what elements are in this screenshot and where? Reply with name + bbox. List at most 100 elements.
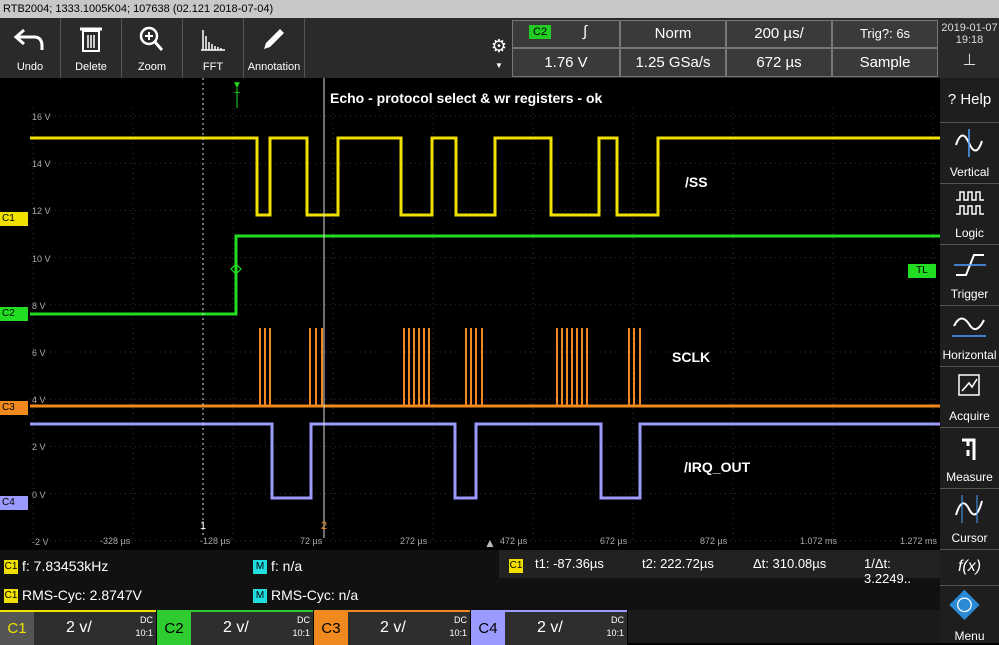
trigger-mode-field[interactable]: Norm [620, 20, 726, 48]
c4-coupling: DC [611, 615, 624, 625]
vertical-button[interactable]: Vertical [940, 122, 999, 183]
c3-offset-marker[interactable]: C3 [0, 401, 28, 415]
c4-probe: 10:1 [606, 628, 624, 638]
x-tick-label: -328 µs [100, 536, 131, 546]
trigger-position-marker[interactable]: ▼ T [230, 80, 244, 102]
c1-offset-marker[interactable]: C1 [0, 212, 28, 226]
help-button[interactable]: ? Help [940, 78, 999, 122]
date-text: 2019-01-07 [941, 22, 998, 34]
c1-tab: C1 [0, 612, 34, 645]
pencil-icon [264, 29, 284, 49]
dropdown-arrow-icon: ▼ [495, 61, 503, 70]
zoom-icon [139, 26, 164, 51]
cursor-readout[interactable]: C1 t1: -87.36µs t2: 222.72µs Δt: 310.08µ… [499, 550, 940, 586]
horizontal-position-field[interactable]: 672 µs [726, 48, 832, 77]
c4-scale: 2 v/ [537, 619, 563, 636]
sample-rate-field[interactable]: 1.25 GSa/s [620, 48, 726, 77]
y-tick-label: 14 V [32, 159, 51, 170]
screen-annotation[interactable]: Echo - protocol select & wr registers - … [330, 90, 602, 106]
x-tick-label: 1.072 ms [800, 536, 838, 546]
channel-c2-box[interactable]: C2 2 v/ DC 10:1 [157, 610, 313, 645]
acquisition-mode-field[interactable]: Sample [832, 48, 938, 77]
function-button[interactable]: f(x) [940, 549, 999, 586]
y-tick-label: 4 V [32, 395, 46, 406]
timebase-field[interactable]: 200 µs/ [726, 20, 832, 48]
y-tick-label: 2 V [32, 442, 46, 453]
m-chip: M [253, 560, 267, 575]
undo-button[interactable]: Undo [0, 18, 61, 78]
zoom-button[interactable]: Zoom [122, 18, 183, 78]
cursor-t2: t2: 222.72µs [642, 556, 714, 571]
cursor-icon [955, 495, 983, 523]
undo-icon [13, 28, 44, 50]
measure-icon [962, 438, 976, 460]
logic-button[interactable]: Logic [940, 183, 999, 244]
cursor-inverse-delta-t: 1/Δt: 3.2249.. [864, 556, 911, 586]
c4-tab: C4 [471, 612, 505, 645]
delete-button[interactable]: Delete [61, 18, 122, 78]
trigger-arrow-icon: ▼ [232, 80, 242, 91]
traces [30, 78, 940, 538]
settings-button[interactable]: ⚙ ▼ [487, 36, 511, 76]
trigger-status-field: Trig?: 6s [832, 20, 938, 48]
horizontal-icon [952, 317, 986, 337]
waveform-canvas [30, 78, 940, 542]
x-tick-label: 672 µs [600, 536, 628, 546]
cursor-source-chip: C1 [509, 559, 523, 574]
horizontal-position-marker-icon[interactable]: ▲ [484, 536, 496, 550]
x-tick-label: -128 µs [200, 536, 231, 546]
horizontal-button[interactable]: Horizontal [940, 305, 999, 366]
delete-label: Delete [75, 61, 107, 73]
measurement-m-freq[interactable]: Mf: n/a [253, 558, 303, 575]
measurement-m-rms[interactable]: M RMS-Cyc: n/a [253, 587, 358, 604]
cursor2-handle[interactable]: 2 [318, 520, 330, 532]
c1-coupling: DC [140, 615, 153, 625]
c2-offset-marker[interactable]: C2 [0, 307, 28, 321]
c4-offset-marker[interactable]: C4 [0, 496, 28, 510]
trigger-label: Trigger [950, 287, 989, 301]
c2-tab: C2 [157, 612, 191, 645]
annotation-button[interactable]: Annotation [244, 18, 305, 78]
c1-scale: 2 v/ [66, 619, 92, 636]
sclk-label: SCLK [672, 349, 711, 365]
y-tick-label: 6 V [32, 348, 46, 358]
measurement-c1-rms[interactable]: C1 RMS-Cyc: 2.8747V [4, 587, 142, 604]
acquire-button[interactable]: Acquire [940, 366, 999, 427]
waveform-display[interactable]: 16 V 14 V 12 V 10 V 8 V 6 V 4 V 2 V 0 V -2 V -328… [0, 78, 940, 550]
c1-chip: C1 [4, 589, 18, 604]
cursor-button[interactable]: Cursor [940, 488, 999, 549]
vertical-label: Vertical [949, 165, 990, 179]
trigger-level-marker[interactable]: TL [908, 264, 936, 278]
x-tick-label: 872 µs [700, 536, 728, 546]
help-icon: ? [947, 91, 957, 108]
logic-label: Logic [955, 226, 984, 240]
channel-c1-box[interactable]: C1 2 v/ DC 10:1 [0, 610, 156, 645]
c1-probe: 10:1 [135, 628, 153, 638]
c1-chip: C1 [4, 560, 18, 575]
ss-label: /SS [685, 174, 708, 190]
c1-rms-value: RMS-Cyc: 2.8747V [22, 587, 142, 603]
channel-c3-box[interactable]: C3 2 v/ DC 10:1 [314, 610, 470, 645]
channel-c4-box[interactable]: C4 2 v/ DC 10:1 [471, 610, 627, 645]
menu-label: Menu [954, 629, 985, 643]
c3-coupling-probe: DC 10:1 [449, 614, 467, 640]
instrument-info: RTB2004; 1333.1005K04; 107638 (02.121 20… [3, 3, 274, 15]
measure-button[interactable]: Measure [940, 427, 999, 488]
trigger-button[interactable]: Trigger [940, 244, 999, 305]
c2-scale: 2 v/ [223, 619, 249, 636]
measurement-c1-freq[interactable]: C1 f: 7.83453kHz [4, 558, 108, 575]
m-freq-value: f: n/a [271, 558, 303, 574]
right-menu-panel: ? Help Vertical Logic Trigger Horizontal… [940, 78, 999, 643]
help-label: Help [960, 91, 992, 108]
fft-button[interactable]: FFT [183, 18, 244, 78]
measurement-bar: C1 f: 7.83453kHz C1 RMS-Cyc: 2.8747V Mf: n… [0, 550, 940, 610]
trigger-level-field[interactable]: 1.76 V [512, 48, 620, 77]
menu-button[interactable]: Menu [940, 585, 999, 644]
fft-label: FFT [202, 61, 224, 73]
trigger-source-slope-field[interactable]: C2 ∫ [512, 20, 620, 48]
x-tick-label: 272 µs [400, 536, 428, 546]
cursor1-handle[interactable]: 1 [197, 520, 209, 532]
trigger-marker-text: T [233, 91, 241, 102]
c2-probe: 10:1 [292, 628, 310, 638]
y-tick-label: 0 V [32, 489, 46, 500]
